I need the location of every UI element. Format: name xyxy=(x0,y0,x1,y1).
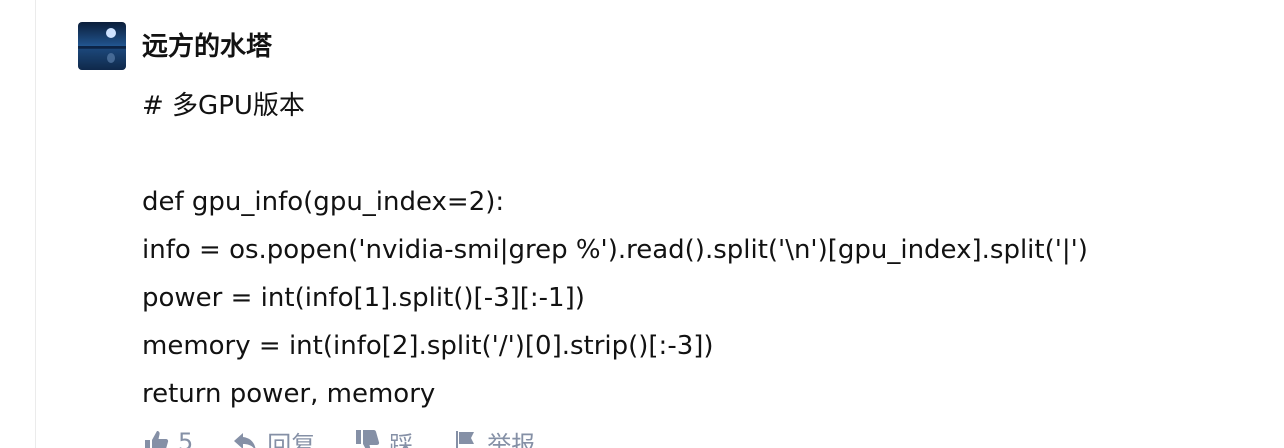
reply-button[interactable]: 回复 xyxy=(231,425,315,448)
comment-line: # 多GPU版本 xyxy=(142,91,305,121)
comment-line: power = int(info[1].split()[-3][:-1]) xyxy=(142,283,585,313)
comment-line: return power, memory xyxy=(142,379,436,409)
author-name[interactable]: 远方的水塔 xyxy=(142,30,272,64)
comment-actions: 5 回复 踩 举报 xyxy=(142,422,573,448)
reply-label: 回复 xyxy=(267,430,316,448)
comment-line: def gpu_info(gpu_index=2): xyxy=(142,187,505,217)
thread-divider xyxy=(35,0,36,448)
avatar-image xyxy=(78,22,126,70)
comment-content: # 多GPU版本 def gpu_info(gpu_index=2): info… xyxy=(142,82,1242,418)
thumbs-up-icon xyxy=(142,428,170,448)
flag-icon xyxy=(451,428,479,448)
comment-line: info = os.popen('nvidia-smi|grep %').rea… xyxy=(142,235,1088,265)
reply-icon xyxy=(231,428,259,448)
comment-item: 远方的水塔 # 多GPU版本 def gpu_info(gpu_index=2)… xyxy=(0,0,1284,448)
report-button[interactable]: 举报 xyxy=(451,425,535,448)
dislike-button[interactable]: 踩 xyxy=(353,425,413,448)
comment-line xyxy=(142,130,1242,178)
like-count: 5 xyxy=(178,428,194,448)
like-button[interactable]: 5 xyxy=(142,428,193,448)
avatar[interactable] xyxy=(78,22,126,70)
report-label: 举报 xyxy=(487,430,536,448)
comment-line: memory = int(info[2].split('/')[0].strip… xyxy=(142,331,714,361)
thumbs-down-icon xyxy=(353,428,381,448)
dislike-label: 踩 xyxy=(389,430,414,448)
